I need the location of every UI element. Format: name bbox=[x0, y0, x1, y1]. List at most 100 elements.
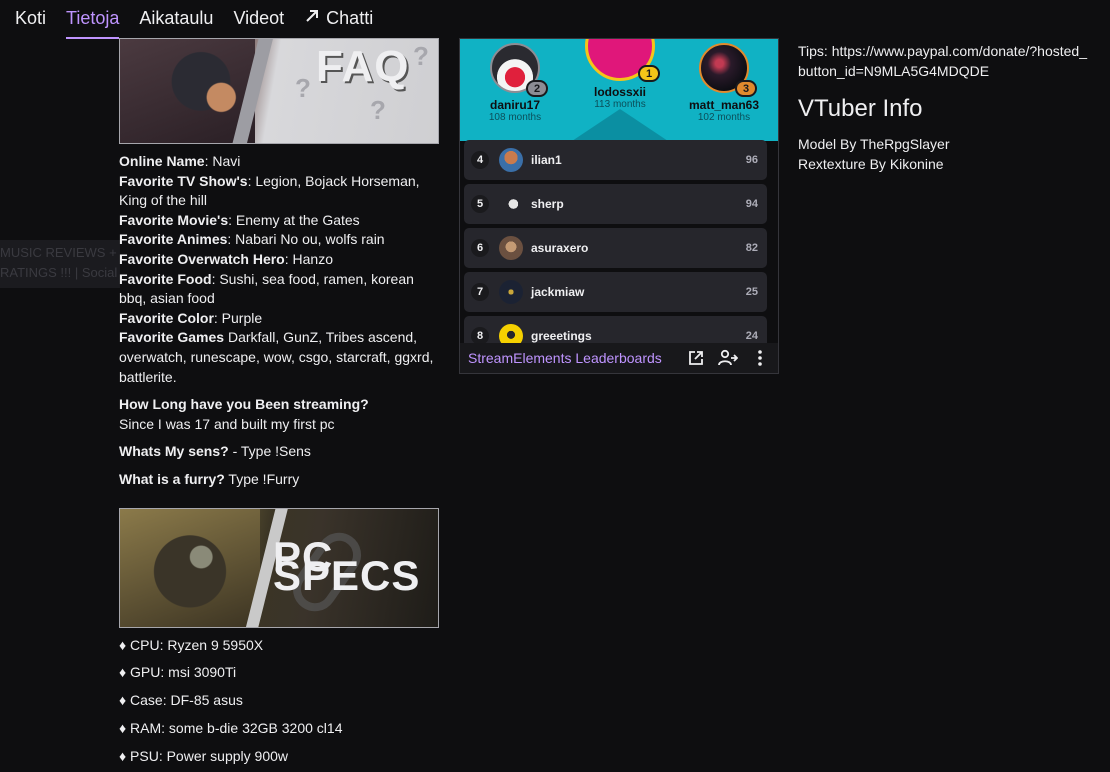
podium-rank-1[interactable]: 1 lodossxii 113 months bbox=[578, 39, 662, 110]
faq-value: : Navi bbox=[204, 153, 241, 169]
external-arrow-icon bbox=[304, 8, 320, 29]
faq-line: Favorite TV Show's: Legion, Bojack Horse… bbox=[119, 172, 439, 211]
retexture-credit: Rextexture By Kikonine bbox=[798, 155, 944, 172]
faq-question: Whats My sens? - Type !Sens bbox=[119, 442, 439, 462]
leaderboard-row[interactable]: 4 ilian1 96 bbox=[464, 140, 767, 180]
row-rank: 6 bbox=[471, 239, 489, 257]
faq-character-art bbox=[120, 39, 255, 143]
tab-aikataulu[interactable]: Aikataulu bbox=[139, 0, 213, 38]
more-options-icon[interactable] bbox=[750, 348, 770, 368]
tab-chatti-label: Chatti bbox=[326, 8, 374, 28]
faq-value: : Purple bbox=[213, 309, 263, 326]
pc-specs-list: ♦ CPU: Ryzen 9 5950X ♦ GPU: msi 3090Ti ♦… bbox=[119, 636, 439, 767]
faq-line: Online Name: Navi bbox=[119, 152, 439, 172]
row-score: 94 bbox=[745, 198, 758, 210]
faq-info-list: Online Name: Navi Favorite TV Show's: Le… bbox=[119, 152, 439, 387]
rank-badge: 3 bbox=[735, 80, 757, 97]
faq-label: Favorite Animes bbox=[119, 231, 228, 248]
row-score: 25 bbox=[745, 286, 758, 298]
spec-item: ♦ GPU: msi 3090Ti bbox=[119, 664, 237, 681]
podium-name: lodossxii bbox=[593, 85, 646, 99]
faq-label: Favorite TV Show's bbox=[119, 172, 248, 189]
question-text: Whats My sens? bbox=[119, 443, 229, 460]
faq-label: Favorite Games bbox=[119, 329, 225, 346]
faq-line: Favorite Movie's: Enemy at the Gates bbox=[119, 211, 439, 231]
row-rank: 4 bbox=[471, 151, 489, 169]
faq-label: Favorite Color bbox=[119, 309, 214, 326]
podium-rank-2[interactable]: 2 daniru17 108 months bbox=[478, 43, 552, 123]
podium-name: daniru17 bbox=[489, 98, 540, 112]
podium-months: 113 months bbox=[594, 99, 646, 110]
question-mark-decor: ? bbox=[370, 95, 386, 125]
podium-name: matt_man63 bbox=[688, 98, 760, 112]
faq-line: Favorite Games Darkfall, GunZ, Tribes as… bbox=[119, 328, 439, 387]
question-text: What is a furry? bbox=[119, 470, 225, 487]
leaderboard-podium: 1 lodossxii 113 months 2 daniru17 108 mo… bbox=[460, 39, 778, 141]
model-credit: Model By TheRpgSlayer bbox=[798, 136, 950, 153]
leaderboard-row[interactable]: 7 jackmiaw 25 bbox=[464, 272, 767, 312]
answer-text: Since I was 17 and built my first pc bbox=[119, 415, 335, 432]
channel-nav: Koti Tietoja Aikataulu Videot Chatti bbox=[0, 0, 393, 39]
rank-badge: 2 bbox=[526, 80, 548, 97]
tips-text: Tips: https://www.paypal.com/donate/?hos… bbox=[798, 43, 1087, 79]
tab-koti[interactable]: Koti bbox=[15, 0, 46, 38]
podium-months: 102 months bbox=[697, 112, 751, 123]
popout-icon[interactable] bbox=[686, 348, 706, 368]
row-name: sherp bbox=[531, 197, 564, 211]
offscreen-panel-text: MUSIC REVIEWS + RATINGS !!! | Social bbox=[0, 240, 120, 288]
faq-label: Favorite Food bbox=[119, 270, 212, 287]
faq-value: : Enemy at the Gates bbox=[228, 211, 360, 228]
ghost-line-2: RATINGS !!! | Social bbox=[0, 265, 118, 280]
spec-item: ♦ CPU: Ryzen 9 5950X bbox=[119, 636, 264, 653]
spec-item: ♦ Case: DF-85 asus bbox=[119, 692, 243, 709]
avatar bbox=[499, 236, 523, 260]
podium-rank-3[interactable]: 3 matt_man63 102 months bbox=[682, 43, 766, 123]
faq-line: Favorite Animes: Nabari No ou, wolfs rai… bbox=[119, 230, 439, 250]
answer-text: - Type !Sens bbox=[228, 443, 311, 460]
leaderboard-row[interactable]: 5 sherp 94 bbox=[464, 184, 767, 224]
ghost-line-1: MUSIC REVIEWS + bbox=[0, 245, 117, 260]
row-rank: 5 bbox=[471, 195, 489, 213]
avatar bbox=[499, 148, 523, 172]
faq-question: How Long have you Been streaming? Since … bbox=[119, 395, 439, 434]
extension-name-link[interactable]: StreamElements Leaderboards bbox=[468, 350, 662, 366]
question-mark-decor: ? bbox=[295, 73, 311, 103]
row-score: 96 bbox=[745, 154, 758, 166]
extension-footer: StreamElements Leaderboards bbox=[460, 343, 778, 373]
row-name: jackmiaw bbox=[531, 285, 585, 299]
faq-line: Favorite Color: Purple bbox=[119, 309, 439, 329]
faq-label: Favorite Overwatch Hero bbox=[119, 250, 285, 267]
faq-question: What is a furry? Type !Furry bbox=[119, 470, 439, 490]
faq-line: Favorite Food: Sushi, sea food, ramen, k… bbox=[119, 270, 439, 309]
avatar bbox=[499, 280, 523, 304]
leaderboard-list: 4 ilian1 96 5 sherp 94 6 asuraxero 82 7 … bbox=[464, 140, 767, 360]
row-rank: 7 bbox=[471, 283, 489, 301]
row-name: ilian1 bbox=[531, 153, 562, 167]
faq-banner-image: ? ? ? FAQ bbox=[119, 38, 439, 144]
spec-item: ♦ PSU: Power supply 900w bbox=[119, 747, 288, 764]
avatar: 1 bbox=[585, 39, 660, 82]
tab-videot[interactable]: Videot bbox=[233, 0, 284, 38]
vtuber-info-title: VTuber Info bbox=[798, 95, 923, 123]
faq-line: Favorite Overwatch Hero: Hanzo bbox=[119, 250, 439, 270]
faq-banner-title: FAQ bbox=[316, 42, 410, 91]
pc-specs-character-art bbox=[120, 508, 260, 627]
pc-specs-banner-image: PC SPECS bbox=[119, 507, 439, 628]
tab-tietoja[interactable]: Tietoja bbox=[66, 0, 120, 39]
question-text: How Long have you Been streaming? bbox=[119, 396, 369, 413]
leaderboard-panel: 1 lodossxii 113 months 2 daniru17 108 mo… bbox=[459, 38, 779, 374]
faq-value: : Nabari No ou, wolfs rain bbox=[227, 231, 385, 248]
faq-panel: ? ? ? FAQ Online Name: Navi Favorite TV … bbox=[119, 38, 439, 772]
pc-specs-banner-title: PC SPECS bbox=[273, 532, 421, 600]
spec-item: ♦ RAM: some b-die 32GB 3200 cl14 bbox=[119, 719, 343, 736]
faq-value: : Hanzo bbox=[284, 250, 333, 267]
row-score: 82 bbox=[745, 242, 758, 254]
tab-chatti[interactable]: Chatti bbox=[304, 0, 373, 38]
avatar: 3 bbox=[699, 43, 757, 97]
avatar bbox=[499, 192, 523, 216]
leaderboard-row[interactable]: 6 asuraxero 82 bbox=[464, 228, 767, 268]
podium-months: 108 months bbox=[488, 112, 542, 123]
share-user-icon[interactable] bbox=[718, 348, 738, 368]
answer-text: Type !Furry bbox=[224, 470, 300, 487]
podium-decor bbox=[560, 109, 680, 141]
